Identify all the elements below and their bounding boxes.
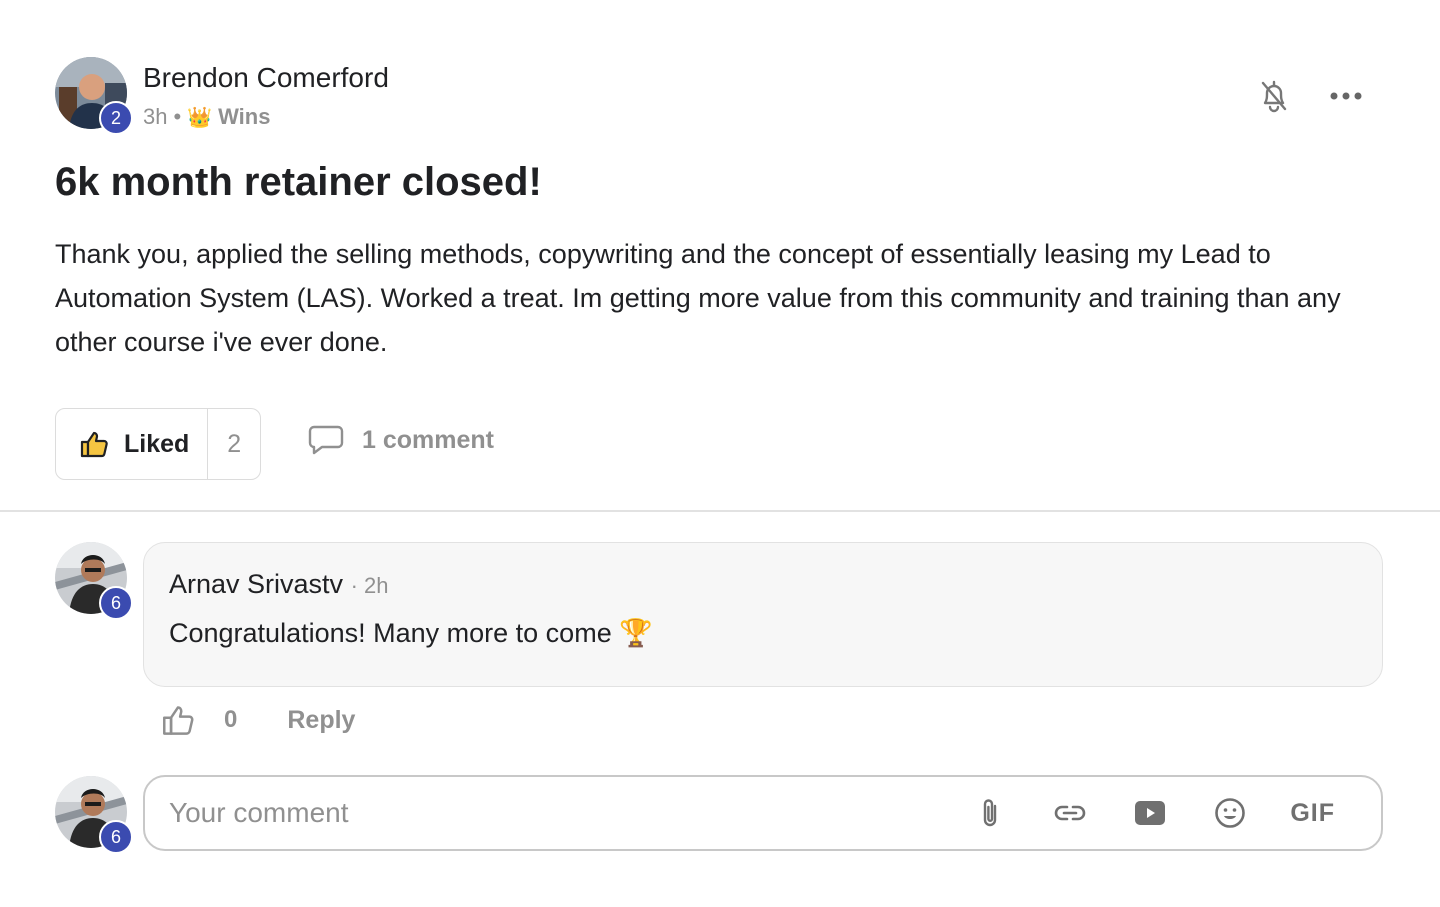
current-user-level-badge: 6 (99, 820, 133, 854)
commenter-avatar[interactable]: 6 (55, 542, 133, 620)
post-card: 2 Brendon Comerford 3h • 👑 Wins 6k month… (0, 0, 1440, 907)
gif-button[interactable]: GIF (1290, 799, 1335, 828)
comment-author-line: Arnav Srivastv · 2h (169, 569, 389, 600)
video-icon[interactable] (1130, 793, 1170, 833)
bell-off-icon[interactable] (1254, 76, 1294, 116)
section-divider (0, 510, 1440, 512)
comment-like-thumbs-up-icon[interactable] (162, 704, 196, 736)
post-body: Thank you, applied the selling methods, … (55, 239, 1341, 357)
reply-button[interactable]: Reply (287, 706, 355, 735)
comment-text: Congratulations! Many more to come 🏆 (169, 618, 653, 648)
comment-input[interactable] (145, 796, 971, 830)
comment-author[interactable]: Arnav Srivastv (169, 569, 343, 599)
commenter-level-badge: 6 (99, 586, 133, 620)
comment-time: · 2h (350, 573, 389, 598)
author-name[interactable]: Brendon Comerford (143, 62, 389, 94)
comment-bubble-icon (308, 425, 344, 455)
comments-link[interactable]: 1 comment (308, 424, 494, 456)
thumbs-up-icon (80, 431, 108, 458)
comments-count-label: 1 comment (362, 425, 494, 454)
comment-bubble: Arnav Srivastv · 2h Congratulations! Man… (143, 542, 1383, 687)
post-category[interactable]: Wins (218, 104, 270, 130)
link-icon[interactable] (1050, 793, 1090, 833)
author-level-badge: 2 (99, 101, 133, 135)
post-time: 3h (143, 104, 168, 129)
post-title: 6k month retainer closed! (55, 160, 542, 204)
meta-separator: • (173, 104, 182, 129)
comment-actions: 0 Reply (162, 704, 355, 736)
more-horizontal-icon[interactable] (1326, 76, 1366, 116)
emoji-icon[interactable] (1210, 793, 1250, 833)
category-crown-icon: 👑 (187, 106, 213, 129)
liked-label: Liked (124, 429, 190, 458)
like-count[interactable]: 2 (208, 430, 260, 459)
current-user-avatar[interactable]: 6 (55, 776, 133, 854)
comment-like-count: 0 (224, 706, 238, 733)
author-avatar[interactable]: 2 (55, 57, 133, 135)
liked-button[interactable]: Liked (56, 409, 209, 479)
like-button-group: Liked 2 (55, 408, 261, 480)
comment-composer: GIF (143, 775, 1383, 851)
post-meta: 3h • 👑 Wins (143, 104, 270, 130)
paperclip-icon[interactable] (970, 793, 1010, 833)
